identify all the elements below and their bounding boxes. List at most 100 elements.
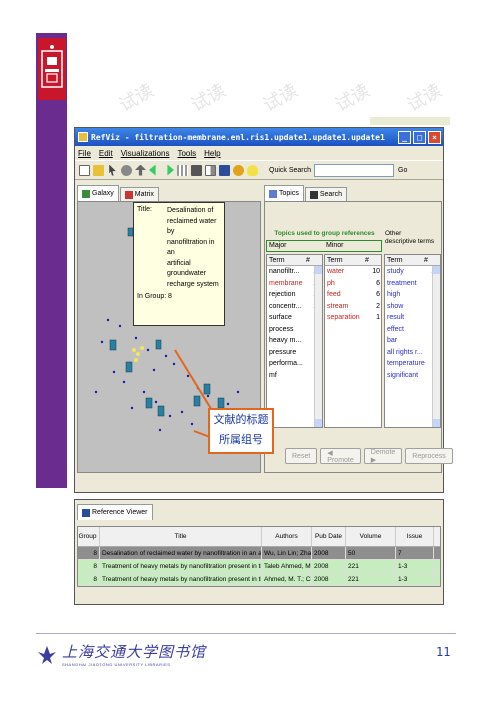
table-row[interactable]: 8 Treatment of heavy metals by nanofiltra… (78, 560, 440, 573)
select-icon[interactable] (109, 164, 116, 176)
library-name-en: SHANGHAI JIAOTONG UNIVERSITY LIBRARIES (62, 662, 171, 667)
col-title[interactable]: Title (100, 527, 262, 546)
cell-issue: 1-3 (396, 560, 434, 572)
tool-icon[interactable] (233, 164, 244, 176)
cell-issue: 7 (396, 547, 434, 559)
term-label: process (269, 325, 294, 333)
galaxy-dot (190, 422, 194, 426)
title-bar[interactable]: RefViz - filtration-membrane.enl.ris1.up… (75, 128, 443, 146)
menu-edit[interactable]: Edit (99, 149, 113, 158)
tooltip-group-value: 8 (168, 293, 172, 300)
minor-label: Minor (326, 242, 344, 249)
term-label: high (387, 291, 401, 298)
term-label: show (387, 302, 404, 310)
reprocess-button[interactable]: Reprocess (405, 448, 453, 464)
other-scrollbar[interactable] (432, 266, 440, 427)
split-icon[interactable] (205, 164, 216, 176)
tooltip-title-line: Desalination of (167, 207, 214, 214)
table-row[interactable]: 8 Treatment of heavy metals by nanofiltra… (78, 573, 440, 586)
reference-table[interactable]: Group Title Authors Pub Date Volume Issu… (77, 526, 441, 587)
galaxy-dot (122, 380, 126, 384)
open-icon[interactable] (93, 164, 104, 176)
term-label: rejection (269, 291, 296, 298)
major-label: Major (269, 242, 287, 249)
tab-reference-viewer[interactable]: Reference Viewer (77, 504, 153, 520)
highlight-dot (136, 352, 140, 356)
highlight-dot (132, 348, 136, 352)
term-row[interactable]: water 10 (325, 266, 381, 278)
galaxy-dot (164, 354, 168, 358)
menu-file[interactable]: File (78, 149, 91, 158)
cluster-marker (145, 397, 153, 409)
major-term-list[interactable]: Term # nanofiltr...15membrane15rejection… (266, 254, 323, 428)
tab-topics[interactable]: Topics (264, 185, 304, 201)
cell-volume: 50 (346, 547, 396, 559)
term-row[interactable]: ph 6 (325, 278, 381, 290)
up-icon[interactable] (135, 164, 146, 176)
tooltip-title-key: Title: (137, 206, 152, 213)
reference-tooltip: Title: Desalination of reclaimed water b… (133, 202, 225, 326)
forward-icon[interactable] (167, 164, 174, 176)
back-icon[interactable] (149, 164, 156, 176)
grid-icon[interactable] (177, 164, 188, 176)
menu-visualizations[interactable]: Visualizations (121, 149, 170, 158)
maximize-button[interactable]: □ (413, 130, 426, 144)
galaxy-dot (100, 340, 104, 344)
galaxy-dot (134, 336, 138, 340)
menu-help[interactable]: Help (204, 149, 220, 158)
other-term-list[interactable]: Term # study10treatment8high8show7result… (384, 254, 441, 428)
col-authors[interactable]: Authors (262, 527, 312, 546)
cell-group: 8 (78, 560, 100, 572)
list-header: Term # (385, 255, 440, 266)
major-scrollbar[interactable] (314, 266, 322, 427)
window-title: RefViz - filtration-membrane.enl.ris1.up… (91, 132, 385, 142)
term-row[interactable]: stream 2 (325, 301, 381, 313)
demote-button[interactable]: Demote ▶ (363, 448, 403, 464)
minor-term-list[interactable]: Term # water 10 ph 6 feed 6 stream 2 separation 1 (324, 254, 382, 428)
quick-search-input[interactable] (314, 163, 395, 177)
close-button[interactable]: × (428, 130, 441, 144)
col-issue[interactable]: Issue (396, 527, 434, 546)
university-emblem (38, 38, 66, 100)
library-emblem-icon (38, 646, 56, 664)
term-row[interactable]: feed 6 (325, 289, 381, 301)
major-minor-header: Major Minor (266, 240, 382, 252)
other-header-line: descriptive terms (385, 238, 435, 245)
galaxy-dot (226, 402, 230, 406)
cell-pub-date: 2008 (312, 573, 346, 585)
watermark: 试读 (115, 80, 158, 117)
reset-button[interactable]: Reset (285, 448, 318, 464)
library-name-cn: 上海交通大学图书馆 (62, 643, 207, 661)
tab-search[interactable]: Search (304, 187, 348, 201)
col-pub-date[interactable]: Pub Date (312, 527, 346, 546)
col-volume[interactable]: Volume (346, 527, 396, 546)
term-row[interactable]: separation 1 (325, 312, 381, 324)
lightbulb-icon[interactable] (247, 164, 258, 176)
tab-topics-label: Topics (279, 190, 299, 197)
annotation-line: 文献的标题 (213, 413, 269, 426)
minimize-button[interactable]: _ (398, 130, 411, 144)
book-icon[interactable] (219, 164, 230, 176)
cell-volume: 221 (346, 573, 396, 585)
term-label: bar (387, 337, 398, 344)
menu-tools[interactable]: Tools (177, 149, 196, 158)
promote-button[interactable]: ◀ Promote (320, 448, 361, 464)
term-label: membrane (269, 279, 303, 287)
tab-galaxy[interactable]: Galaxy (77, 185, 119, 201)
new-icon[interactable] (79, 164, 90, 176)
tooltip-title-line: groundwater (167, 270, 206, 277)
other-header-line: Other (385, 230, 402, 237)
term-count: 10 (372, 268, 380, 275)
go-button[interactable]: Go (398, 167, 407, 174)
topic-buttons: Reset ◀ Promote Demote ▶ Reprocess (285, 448, 456, 464)
tab-matrix[interactable]: Matrix (119, 187, 159, 201)
col-num: # (424, 257, 428, 264)
matrix-icon (124, 190, 133, 199)
cell-title: Desalination of reclaimed water by nanof… (100, 547, 262, 559)
cluster-marker (193, 395, 201, 407)
other-header: Other descriptive terms (385, 230, 434, 246)
pan-icon[interactable] (121, 164, 132, 176)
col-group[interactable]: Group (78, 527, 100, 546)
panel-icon[interactable] (191, 164, 202, 176)
table-row[interactable]: 8 Desalination of reclaimed water by nano… (78, 547, 440, 560)
